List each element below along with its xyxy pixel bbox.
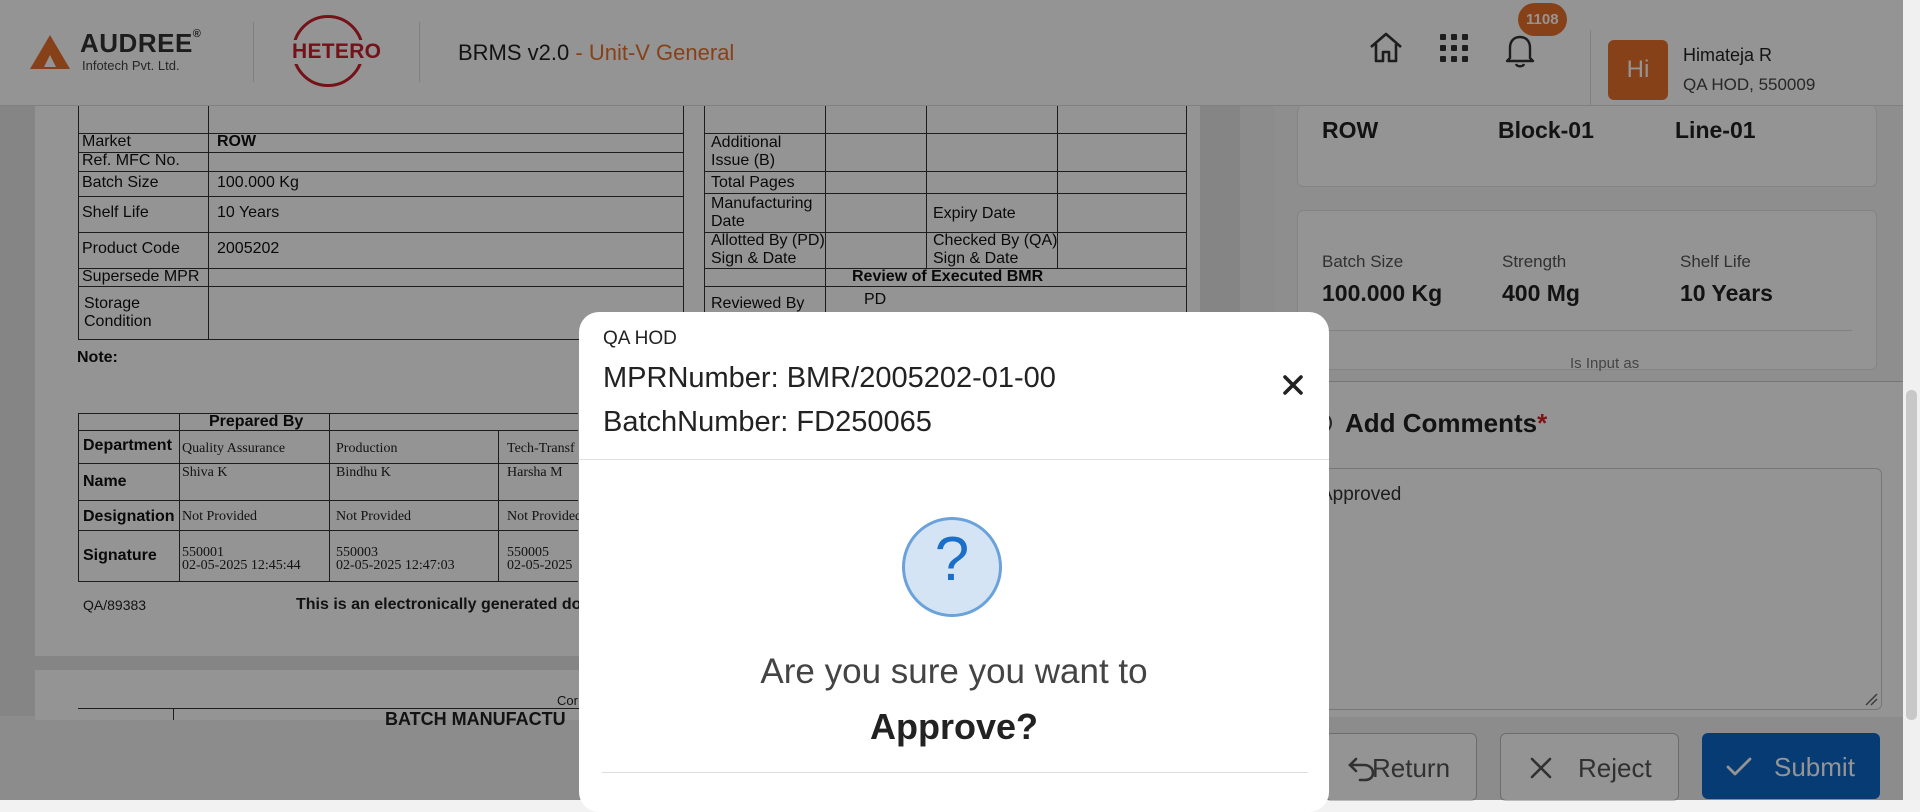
dialog-divider: [579, 459, 1329, 460]
scrollbar-thumb[interactable]: [1906, 390, 1917, 720]
close-icon[interactable]: [1278, 370, 1308, 400]
question-mark: ?: [934, 525, 970, 594]
dialog-question: Are you sure you want to: [760, 652, 1148, 691]
dialog-divider: [602, 772, 1308, 773]
dialog-batch-number: BatchNumber: FD250065: [603, 406, 932, 438]
dialog-mpr-number: MPRNumber: BMR/2005202-01-00: [603, 362, 1056, 394]
dialog-action: Approve?: [869, 706, 1038, 747]
dialog-role: QA HOD: [603, 328, 677, 349]
